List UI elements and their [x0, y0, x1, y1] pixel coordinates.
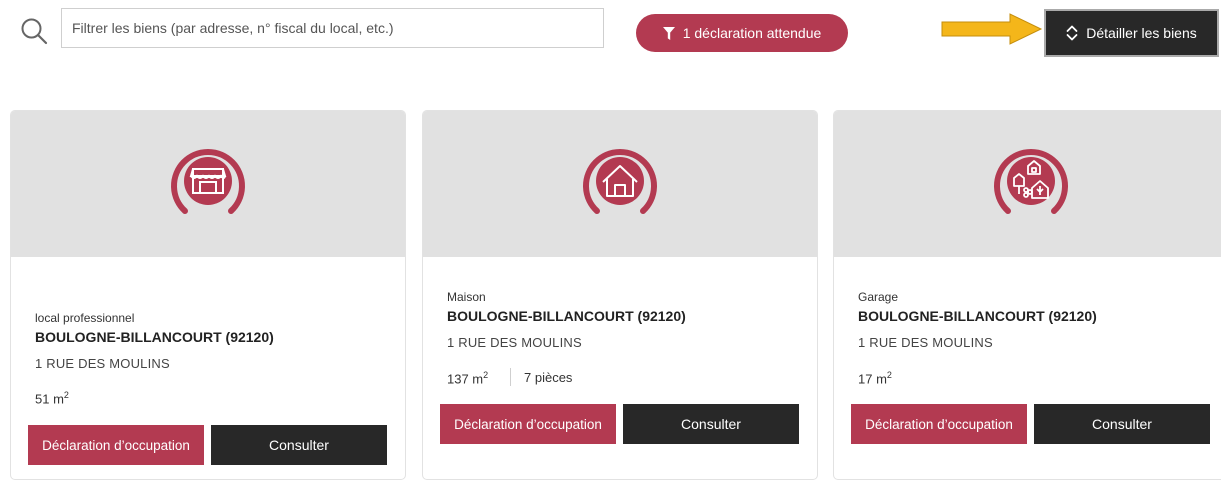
property-rooms: 7 pièces — [524, 370, 573, 385]
property-street: 1 RUE DES MOULINS — [447, 335, 582, 350]
garage-icon — [994, 148, 1068, 214]
consult-button[interactable]: Consulter — [211, 425, 387, 465]
search-icon[interactable] — [20, 17, 48, 45]
property-type: local professionnel — [35, 311, 135, 325]
card-header — [11, 111, 405, 257]
property-street: 1 RUE DES MOULINS — [858, 335, 993, 350]
arrow-right-icon — [941, 13, 1043, 45]
detail-button-label: Détailler les biens — [1086, 25, 1197, 41]
property-type: Maison — [447, 290, 486, 304]
property-card: Maison BOULOGNE-BILLANCOURT (92120) 1 RU… — [422, 110, 818, 480]
expand-collapse-icon — [1066, 25, 1078, 41]
property-surface: 137 m2 — [447, 370, 489, 387]
consult-button[interactable]: Consulter — [1034, 404, 1210, 444]
declaration-occupation-button[interactable]: Déclaration d’occupation — [28, 425, 204, 465]
rooms-separator — [510, 368, 511, 386]
property-surface: 17 m2 — [858, 370, 892, 387]
property-card: Garage BOULOGNE-BILLANCOURT (92120) 1 RU… — [833, 110, 1221, 480]
property-city: BOULOGNE-BILLANCOURT (92120) — [35, 329, 274, 345]
property-city: BOULOGNE-BILLANCOURT (92120) — [447, 308, 686, 324]
pending-declaration-filter-button[interactable]: 1 déclaration attendue — [636, 14, 848, 52]
property-street: 1 RUE DES MOULINS — [35, 356, 170, 371]
consult-button[interactable]: Consulter — [623, 404, 799, 444]
filter-badge-label: 1 déclaration attendue — [682, 25, 822, 41]
property-surface: 51 m2 — [35, 390, 69, 407]
house-icon — [583, 148, 657, 214]
property-type: Garage — [858, 290, 899, 304]
declaration-occupation-button[interactable]: Déclaration d’occupation — [440, 404, 616, 444]
declaration-occupation-button[interactable]: Déclaration d’occupation — [851, 404, 1027, 444]
filter-icon — [662, 26, 675, 40]
search-input[interactable] — [61, 8, 604, 48]
card-header — [834, 111, 1221, 257]
property-city: BOULOGNE-BILLANCOURT (92120) — [858, 308, 1097, 324]
detail-properties-button[interactable]: Détailler les biens — [1044, 9, 1219, 57]
property-card: local professionnel BOULOGNE-BILLANCOURT… — [10, 110, 406, 480]
shop-icon — [171, 148, 245, 214]
card-header — [423, 111, 817, 257]
